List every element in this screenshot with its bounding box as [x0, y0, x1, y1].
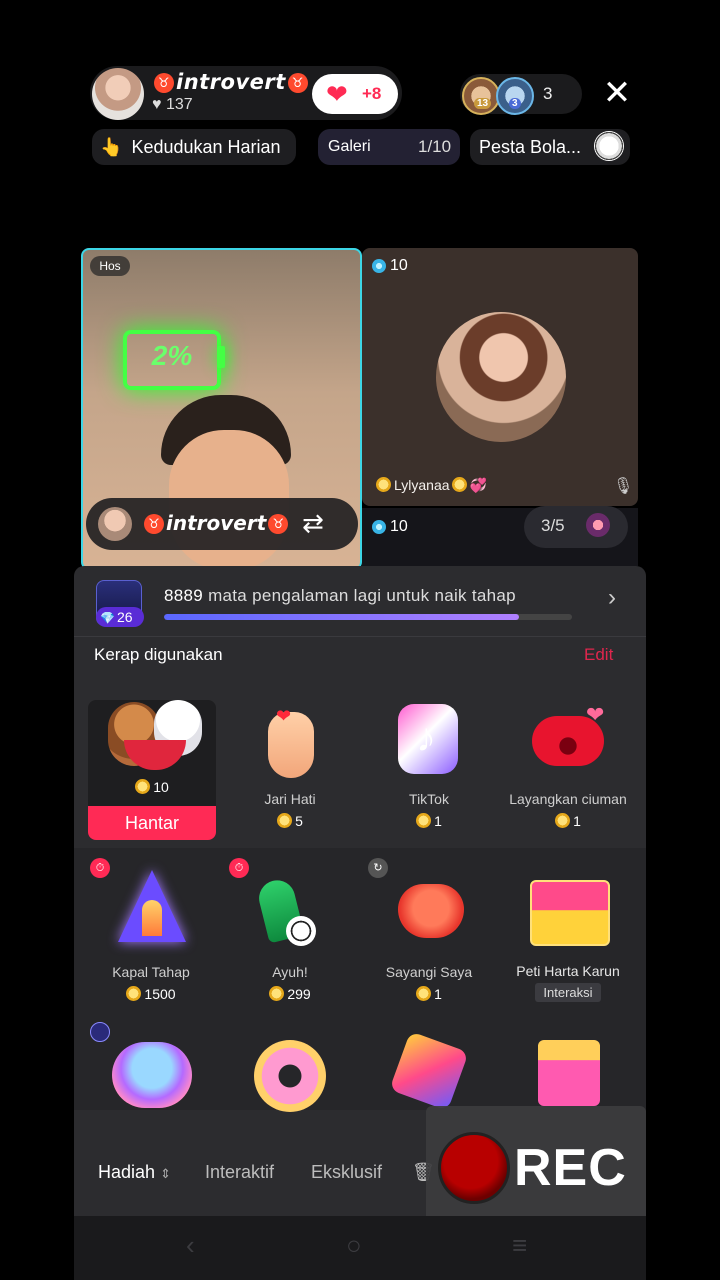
- host-bar-name: ♉ 𝙞𝙣𝙩𝙧𝙤𝙫𝙚𝙧𝙩 ♉: [142, 511, 290, 536]
- viewer-avatar[interactable]: [462, 77, 500, 115]
- heart-hands-icon: [112, 1042, 192, 1108]
- timer-icon: ⏱: [229, 858, 249, 878]
- small-heart-icon: ❤: [276, 706, 292, 726]
- coin-icon: [416, 986, 432, 1001]
- menu-icon[interactable]: ≡: [512, 1230, 527, 1261]
- spaceship-flame: [142, 900, 162, 936]
- sort-icon: ⇕: [160, 1166, 171, 1181]
- tab-interaktif[interactable]: Interaktif: [205, 1162, 274, 1183]
- gem-icon: [586, 513, 610, 537]
- gift-item[interactable]: Jari Hati 5: [223, 791, 357, 829]
- music-note-icon: ♪: [416, 716, 436, 760]
- neon-battery-sign: 2%: [123, 330, 221, 390]
- viewer-avatar[interactable]: [496, 77, 534, 115]
- level-number: 💎 26: [96, 607, 144, 627]
- swap-icon[interactable]: ⇄: [302, 508, 324, 538]
- gift-price: 299: [223, 986, 357, 1002]
- taurus-icon: ♉: [154, 73, 174, 93]
- gift-price: 10: [88, 779, 216, 795]
- treasure-chest-icon: [530, 880, 610, 946]
- divider: [74, 636, 646, 637]
- empty-slot-score: 10: [390, 518, 408, 535]
- coin-icon: [135, 779, 151, 794]
- like-button[interactable]: [312, 74, 398, 114]
- heart-icon: ♥: [152, 96, 162, 113]
- soccer-ball-icon: [286, 916, 316, 946]
- gift-price: 1500: [84, 986, 218, 1002]
- edit-button[interactable]: Edit: [584, 645, 613, 665]
- muted-mic-icon: 🎙: [613, 478, 634, 495]
- host-likes: ♥ 137: [152, 96, 193, 113]
- host-tag: Hos: [90, 256, 130, 276]
- gift-item[interactable]: Sayangi Saya 1: [362, 964, 496, 1002]
- gift-price: 5: [223, 813, 357, 829]
- refresh-icon: ↻: [368, 858, 388, 878]
- daily-ranking-chip[interactable]: 👆 Kedudukan Harian: [92, 129, 296, 165]
- guest-name: Lylyanaa 💞: [376, 477, 487, 494]
- gift-item[interactable]: Kapal Tahap 1500: [84, 964, 218, 1002]
- viewer-count: 3: [543, 84, 553, 103]
- send-button[interactable]: Hantar: [88, 806, 216, 840]
- taurus-icon: ♉: [268, 514, 289, 534]
- gift-item[interactable]: Layangkan ciuman 1: [501, 791, 635, 829]
- diamond-icon: [372, 259, 386, 273]
- like-count: +8: [362, 84, 382, 103]
- smile-icon: [451, 477, 467, 492]
- rec-label: REC: [514, 1139, 627, 1197]
- viewer-level-badge: 3: [509, 98, 521, 109]
- event-chip[interactable]: Pesta Bola...: [470, 129, 630, 165]
- gift-price: 1: [362, 986, 496, 1002]
- gift-item[interactable]: TikTok 1: [362, 791, 496, 829]
- taurus-icon: ♉: [287, 73, 308, 93]
- thumbs-up-icon: 👆: [100, 137, 123, 157]
- viewer-level-badge: 13: [474, 98, 492, 109]
- coin-icon: [555, 813, 571, 828]
- diamond-icon: [372, 520, 386, 534]
- chevron-right-icon[interactable]: ›: [608, 584, 616, 612]
- timer-icon: ⏱: [90, 858, 110, 878]
- coin-icon: [269, 986, 285, 1001]
- donut-icon: [254, 1040, 326, 1112]
- tab-hadiah[interactable]: Hadiah ⇕: [98, 1162, 171, 1183]
- heart-icon: ❤: [326, 79, 348, 109]
- back-icon[interactable]: ‹: [186, 1230, 195, 1261]
- frequent-title: Kerap digunakan: [94, 645, 223, 664]
- record-icon[interactable]: [438, 1132, 510, 1204]
- host-name: ♉ 𝙞𝙣𝙩𝙧𝙤𝙫𝙚𝙧𝙩 ♉: [152, 70, 310, 95]
- smile-icon: [376, 477, 391, 492]
- host-avatar[interactable]: [92, 68, 144, 120]
- exp-progress-fill: [164, 614, 519, 620]
- perfume-gift-icon: [538, 1040, 600, 1106]
- guest-avatar[interactable]: [436, 312, 566, 442]
- guest-slots-pill[interactable]: [524, 506, 628, 548]
- badge-icon: [90, 1022, 110, 1042]
- gallery-chip[interactable]: Galeri 1/10: [318, 129, 460, 165]
- gift-item[interactable]: Ayuh! 299: [223, 964, 357, 1002]
- exp-progress-bar: [164, 614, 572, 620]
- hearts-icon: 💞: [469, 477, 487, 493]
- coin-icon: [126, 986, 142, 1001]
- taurus-icon: ♉: [144, 514, 164, 534]
- tab-eksklusif[interactable]: Eksklusif: [311, 1162, 382, 1183]
- diamond-icon: 💎: [100, 611, 115, 625]
- gift-price: 1: [362, 813, 496, 829]
- small-heart-icon: ❤: [586, 702, 605, 727]
- gift-item[interactable]: Peti Harta Karun Interaksi: [501, 963, 635, 1002]
- gift-price: 1: [501, 813, 635, 829]
- coin-icon: [416, 813, 432, 828]
- home-icon[interactable]: ○: [346, 1230, 362, 1261]
- neon-battery-tip: [217, 346, 225, 368]
- interaction-tag: Interaksi: [535, 983, 601, 1002]
- close-button[interactable]: ✕: [598, 74, 636, 112]
- soccer-ball-icon: [594, 131, 624, 161]
- coin-icon: [277, 813, 293, 828]
- guest-score: 10: [390, 257, 408, 274]
- host-bar-avatar: [98, 507, 132, 541]
- exp-text[interactable]: 8889 mata pengalaman lagi untuk naik tah…: [164, 586, 516, 606]
- guest-slots-count: 3/5: [541, 516, 565, 535]
- heart-character-icon: [398, 884, 464, 938]
